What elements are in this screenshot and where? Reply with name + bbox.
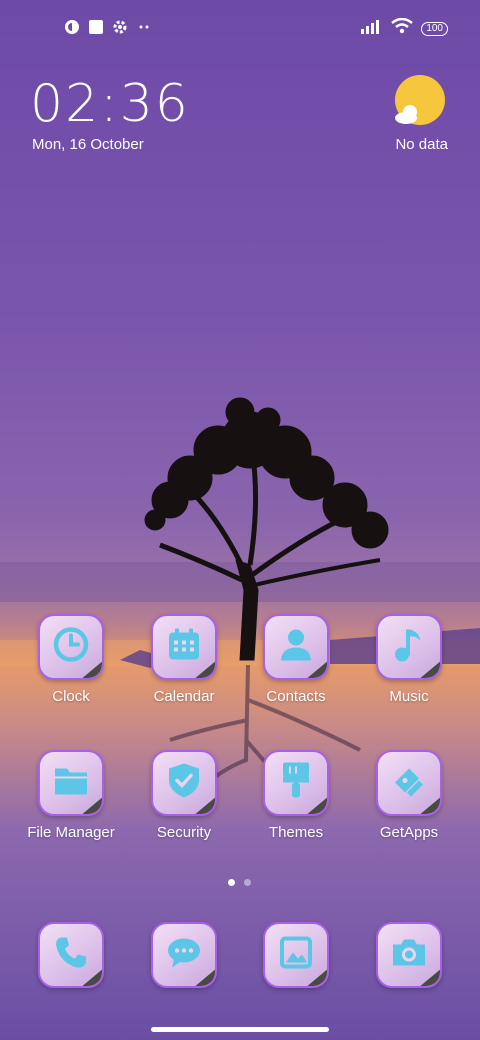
sun-cloud-icon[interactable]: [392, 74, 448, 135]
app-label: GetApps: [379, 824, 439, 841]
app-calendar[interactable]: Calendar: [129, 614, 239, 705]
page-dot-2[interactable]: [244, 879, 251, 886]
app-tile[interactable]: [38, 750, 104, 816]
dock-phone[interactable]: [16, 922, 126, 988]
clock-date[interactable]: Mon, 16 October: [32, 136, 144, 153]
app-label: Music: [389, 688, 429, 705]
app-tile[interactable]: [151, 614, 217, 680]
app-tile[interactable]: [376, 614, 442, 680]
app-contacts[interactable]: Contacts: [241, 614, 351, 705]
weather-status[interactable]: No data: [395, 136, 448, 153]
app-tile[interactable]: [263, 922, 329, 988]
app-label: Themes: [268, 824, 324, 841]
app-file-manager[interactable]: File Manager: [16, 750, 126, 841]
dock-messages[interactable]: [129, 922, 239, 988]
app-getapps[interactable]: GetApps: [354, 750, 464, 841]
settings-icon: [112, 19, 128, 40]
app-tile[interactable]: [151, 750, 217, 816]
dock-camera[interactable]: [354, 922, 464, 988]
battery-icon: 100: [421, 21, 448, 36]
more-dots-icon: [136, 19, 152, 40]
app-label: Calendar: [153, 688, 215, 705]
app-label: Clock: [52, 688, 90, 705]
app-label: Contacts: [266, 688, 326, 705]
clock-time[interactable]: 02:36: [30, 74, 190, 134]
signal-icon: [361, 18, 383, 39]
app-tile[interactable]: [38, 614, 104, 680]
app-clock[interactable]: Clock: [16, 614, 126, 705]
square-notification-icon: [88, 19, 104, 40]
app-tile[interactable]: [263, 614, 329, 680]
app-tile[interactable]: [151, 922, 217, 988]
home-screen: 100 02:36 Mon, 16 October No data Clock: [0, 0, 480, 1040]
page-dot-1[interactable]: [228, 879, 235, 886]
app-tile[interactable]: [38, 922, 104, 988]
page-indicator: [228, 879, 251, 886]
status-left-icons: [64, 19, 152, 40]
app-music[interactable]: Music: [354, 614, 464, 705]
app-tile[interactable]: [263, 750, 329, 816]
app-label: Security: [156, 824, 212, 841]
app-label: File Manager: [27, 824, 115, 841]
app-tile[interactable]: [376, 750, 442, 816]
wifi-icon: [391, 17, 414, 39]
app-security[interactable]: Security: [129, 750, 239, 841]
app-notification-icon: [64, 19, 80, 40]
app-tile[interactable]: [376, 922, 442, 988]
dock-gallery[interactable]: [241, 922, 351, 988]
status-right-icons: 100: [361, 17, 448, 39]
status-bar: 100: [0, 14, 480, 42]
app-themes[interactable]: Themes: [241, 750, 351, 841]
gesture-nav-bar[interactable]: [151, 1027, 329, 1032]
